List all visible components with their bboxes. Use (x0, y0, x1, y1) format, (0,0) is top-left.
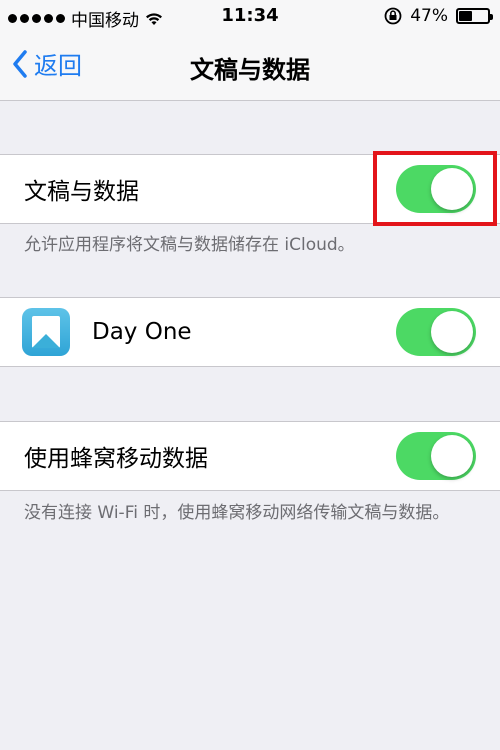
status-bar: 中国移动 11:34 47% (0, 0, 500, 34)
cellular-row: 使用蜂窝移动数据 (0, 422, 500, 490)
status-right: 47% (384, 6, 493, 26)
navigation-bar: 返回 文稿与数据 (0, 34, 500, 101)
docs-data-footnote: 允许应用程序将文稿与数据储存在 iCloud。 (24, 235, 355, 255)
app-label: Day One (92, 319, 192, 345)
page-title: 文稿与数据 (190, 56, 310, 84)
cellular-label: 使用蜂窝移动数据 (24, 446, 208, 472)
orientation-lock-icon (384, 7, 402, 25)
battery-icon (456, 8, 493, 24)
apps-group: Day One (0, 297, 500, 367)
app-row-day-one: Day One (0, 298, 500, 366)
cellular-footnote: 没有连接 Wi-Fi 时，使用蜂窝移动网络传输文稿与数据。 (24, 503, 450, 523)
highlight-box (373, 151, 497, 226)
day-one-toggle[interactable] (396, 308, 476, 356)
cellular-toggle[interactable] (396, 432, 476, 480)
battery-percent: 47% (410, 6, 448, 26)
docs-data-label: 文稿与数据 (24, 179, 139, 205)
day-one-app-icon (22, 308, 70, 356)
cellular-group: 使用蜂窝移动数据 (0, 421, 500, 491)
